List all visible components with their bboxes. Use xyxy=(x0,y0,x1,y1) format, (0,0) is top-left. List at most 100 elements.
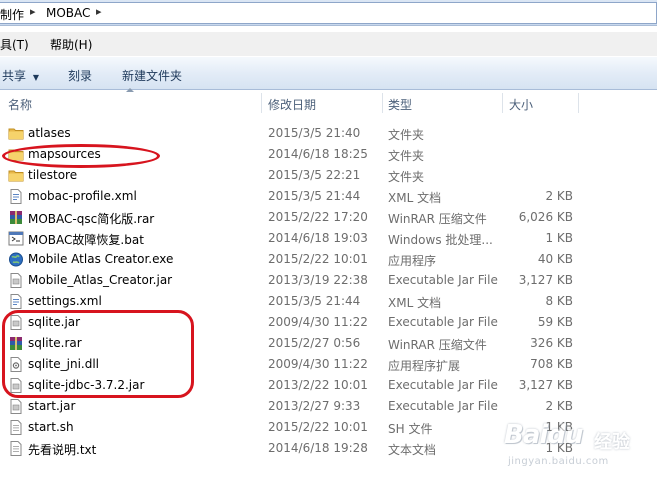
column-header-date[interactable]: 修改日期 xyxy=(268,96,316,113)
chevron-down-icon: ▼ xyxy=(32,73,39,82)
watermark-logo: Baidu xyxy=(504,420,583,450)
file-date: 2015/2/22 17:20 xyxy=(268,210,368,224)
file-name: mapsources xyxy=(28,147,101,161)
file-date: 2015/3/5 21:44 xyxy=(268,189,361,203)
batch-file-icon xyxy=(8,231,24,246)
list-item[interactable]: mapsources 2014/6/18 18:25 文件夹 xyxy=(0,144,657,165)
column-divider[interactable] xyxy=(502,93,503,113)
file-type: XML 文档 xyxy=(388,191,442,205)
column-header-size[interactable]: 大小 xyxy=(509,96,533,113)
text-file-icon xyxy=(10,441,22,456)
folder-icon xyxy=(8,170,24,182)
file-date: 2014/6/18 18:25 xyxy=(268,147,368,161)
list-item[interactable]: atlases 2015/3/5 21:40 文件夹 xyxy=(0,123,657,144)
file-type: 文件夹 xyxy=(388,128,425,142)
file-type: 文件夹 xyxy=(388,170,425,184)
rar-archive-icon xyxy=(10,211,22,224)
list-item[interactable]: sqlite-jdbc-3.7.2.jar 2013/2/22 10:01 Ex… xyxy=(0,375,657,396)
list-item[interactable]: mobac-profile.xml 2015/3/5 21:44 XML 文档 … xyxy=(0,186,657,207)
file-type: WinRAR 压缩文件 xyxy=(388,212,487,226)
address-bar: 制作 ▸ MOBAC ▸ xyxy=(0,0,657,26)
list-item[interactable]: MOBAC故障恢复.bat 2014/6/18 19:03 Windows 批处… xyxy=(0,228,657,249)
file-name: Mobile Atlas Creator.exe xyxy=(28,252,174,266)
menu-help[interactable]: 帮助(H) xyxy=(50,36,92,53)
file-size: 3,127 KB xyxy=(518,378,573,392)
breadcrumb-current[interactable]: MOBAC xyxy=(46,6,90,20)
file-size: 59 KB xyxy=(537,315,573,329)
file-type: Executable Jar File xyxy=(388,378,498,392)
file-size: 40 KB xyxy=(537,252,573,266)
watermark-sub: 经验 xyxy=(594,432,630,453)
breadcrumb-separator-icon[interactable]: ▸ xyxy=(30,5,36,18)
file-type: 应用程序 xyxy=(388,254,437,268)
file-size: 1 KB xyxy=(545,231,573,245)
file-name: MOBAC故障恢复.bat xyxy=(28,233,144,247)
breadcrumb-prev[interactable]: 制作 xyxy=(0,6,24,23)
file-date: 2015/2/27 0:56 xyxy=(268,336,361,350)
file-name: sqlite_jni.dll xyxy=(28,357,99,371)
xml-file-icon xyxy=(10,189,22,204)
sort-ascending-icon xyxy=(126,88,134,92)
column-header-row: 名称 修改日期 类型 大小 xyxy=(0,91,657,115)
watermark-url: jingyan.baidu.com xyxy=(508,456,609,467)
file-type: Executable Jar File xyxy=(388,273,498,287)
column-header-name[interactable]: 名称 xyxy=(8,96,32,113)
jar-file-icon xyxy=(10,273,22,288)
file-type: WinRAR 压缩文件 xyxy=(388,338,487,352)
burn-button[interactable]: 刻录 xyxy=(68,67,92,84)
list-item[interactable]: start.jar 2013/2/27 9:33 Executable Jar … xyxy=(0,396,657,417)
file-date: 2015/2/22 10:01 xyxy=(268,252,368,266)
file-type: 文本文档 xyxy=(388,443,437,457)
list-item[interactable]: MOBAC-qsc简化版.rar 2015/2/22 17:20 WinRAR … xyxy=(0,207,657,228)
list-item[interactable]: Mobile Atlas Creator.exe 2015/2/22 10:01… xyxy=(0,249,657,270)
list-item[interactable]: sqlite.rar 2015/2/27 0:56 WinRAR 压缩文件 32… xyxy=(0,333,657,354)
file-name: start.sh xyxy=(28,420,74,434)
file-type: 应用程序扩展 xyxy=(388,359,461,373)
file-size: 708 KB xyxy=(530,357,573,371)
folder-icon xyxy=(8,128,24,140)
share-button[interactable]: 共享 ▼ xyxy=(2,67,39,84)
globe-exe-icon xyxy=(9,252,23,267)
jar-file-icon xyxy=(10,315,22,330)
column-divider[interactable] xyxy=(578,93,579,113)
folder-icon xyxy=(8,149,24,161)
file-size: 8 KB xyxy=(545,294,573,308)
baidu-jingyan-watermark: Baidu 经验 jingyan.baidu.com xyxy=(494,418,654,476)
file-type: Executable Jar File xyxy=(388,399,498,413)
file-size: 6,026 KB xyxy=(518,210,573,224)
breadcrumb[interactable]: 制作 ▸ MOBAC ▸ xyxy=(0,2,657,24)
column-divider[interactable] xyxy=(382,93,383,113)
column-divider[interactable] xyxy=(261,93,262,113)
list-item[interactable]: tilestore 2015/3/5 22:21 文件夹 xyxy=(0,165,657,186)
file-date: 2013/2/22 10:01 xyxy=(268,378,368,392)
file-name: settings.xml xyxy=(28,294,102,308)
list-item[interactable]: sqlite_jni.dll 2009/4/30 11:22 应用程序扩展 70… xyxy=(0,354,657,375)
file-size: 3,127 KB xyxy=(518,273,573,287)
list-item[interactable]: settings.xml 2015/3/5 21:44 XML 文档 8 KB xyxy=(0,291,657,312)
file-date: 2013/2/27 9:33 xyxy=(268,399,361,413)
share-label: 共享 xyxy=(2,69,27,83)
file-date: 2009/4/30 11:22 xyxy=(268,315,368,329)
file-date: 2015/3/5 22:21 xyxy=(268,168,361,182)
breadcrumb-separator-icon[interactable]: ▸ xyxy=(96,5,102,18)
file-date: 2009/4/30 11:22 xyxy=(268,357,368,371)
file-name: mobac-profile.xml xyxy=(28,189,137,203)
command-toolbar: 共享 ▼ 刻录 新建文件夹 xyxy=(0,56,657,90)
file-name: start.jar xyxy=(28,399,76,413)
file-size: 326 KB xyxy=(530,336,573,350)
file-date: 2013/3/19 22:38 xyxy=(268,273,368,287)
new-folder-button[interactable]: 新建文件夹 xyxy=(122,67,182,84)
file-type: XML 文档 xyxy=(388,296,442,310)
file-date: 2014/6/18 19:03 xyxy=(268,231,368,245)
jar-file-icon xyxy=(10,378,22,393)
list-item[interactable]: sqlite.jar 2009/4/30 11:22 Executable Ja… xyxy=(0,312,657,333)
file-name: sqlite-jdbc-3.7.2.jar xyxy=(28,378,145,392)
column-header-type[interactable]: 类型 xyxy=(388,96,412,113)
list-item[interactable]: Mobile_Atlas_Creator.jar 2013/3/19 22:38… xyxy=(0,270,657,291)
file-size: 2 KB xyxy=(545,189,573,203)
menu-bar: 工具(T) 帮助(H) xyxy=(0,32,657,56)
file-name: sqlite.jar xyxy=(28,315,81,329)
dll-file-icon xyxy=(10,357,22,372)
menu-tools[interactable]: 工具(T) xyxy=(0,36,29,53)
file-name: atlases xyxy=(28,126,71,140)
